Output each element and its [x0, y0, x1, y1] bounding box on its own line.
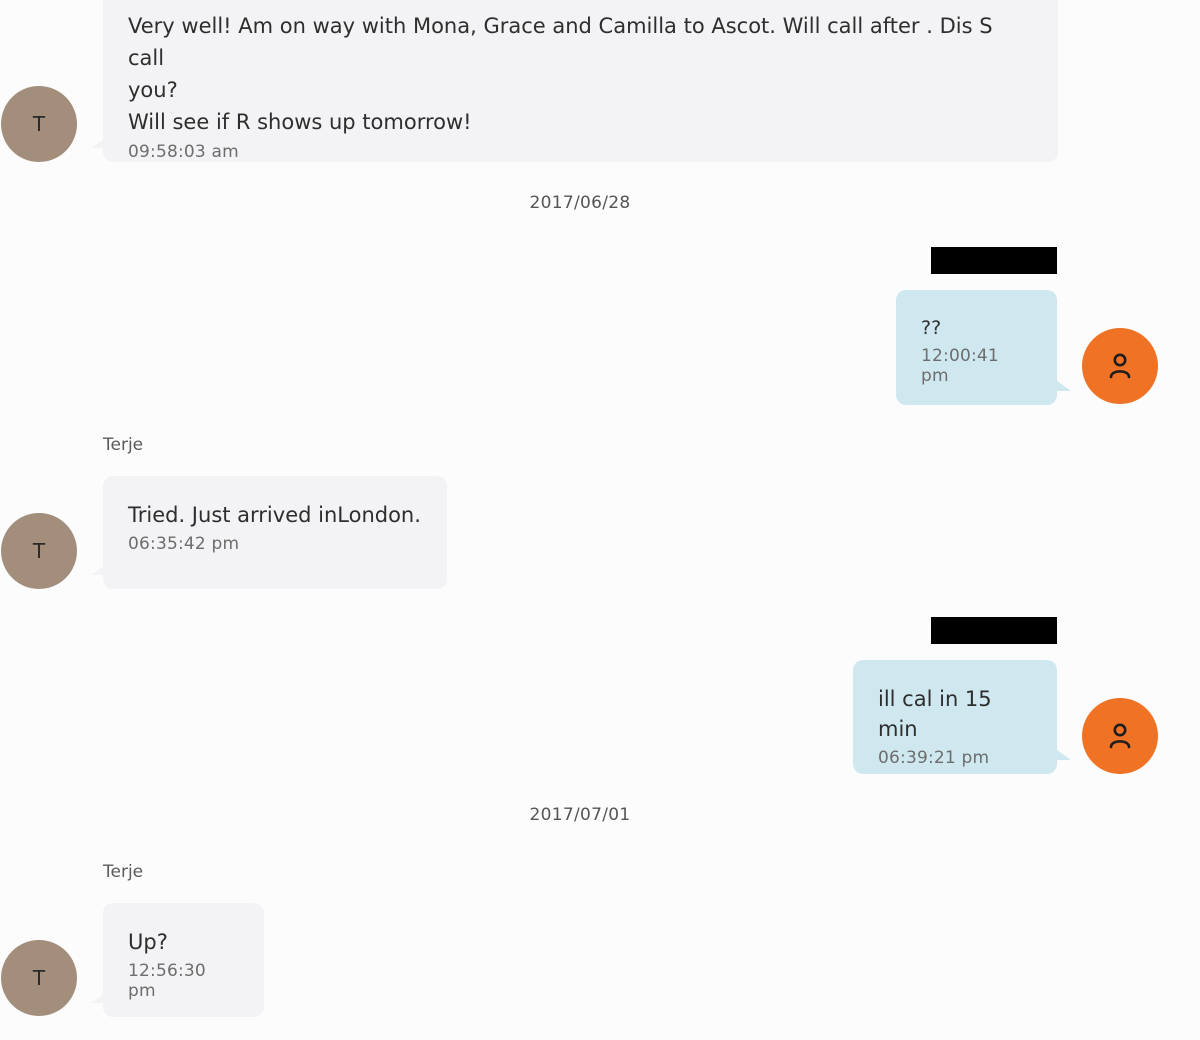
message-bubble-incoming[interactable]: Up? 12:56:30 pm [91, 903, 264, 1017]
message-time: 12:00:41 pm [921, 346, 999, 386]
message-text: ?? [921, 317, 942, 339]
contact-avatar[interactable]: T [1, 940, 77, 1016]
sender-name: Terje [103, 862, 144, 882]
message-bubble-incoming[interactable]: Very well! Am on way with Mona, Grace an… [91, 0, 1058, 162]
message-time: 06:39:21 pm [878, 748, 990, 768]
message-text: Tried. Just arrived inLondon. [128, 503, 421, 527]
message-time: 09:58:03 am [128, 142, 239, 162]
avatar-initial: T [32, 539, 46, 563]
date-separator: 2017/06/28 [529, 193, 631, 213]
avatar-initial: T [32, 966, 46, 990]
message-text: Very well! Am on way with Mona, Grace an… [128, 14, 993, 134]
message-text: Up? [128, 930, 168, 954]
date-separator: 2017/07/01 [529, 805, 631, 825]
contact-avatar[interactable]: T [1, 86, 77, 162]
avatar-initial: T [32, 112, 46, 136]
message-time: 12:56:30 pm [128, 961, 206, 1001]
person-icon [1109, 353, 1131, 379]
person-icon [1109, 723, 1131, 749]
redacted-sender-name [931, 247, 1057, 274]
message-bubble-outgoing[interactable]: ?? 12:00:41 pm [896, 290, 1071, 405]
own-avatar[interactable] [1082, 328, 1158, 404]
message-thread: Very well! Am on way with Mona, Grace an… [0, 0, 1200, 1040]
contact-avatar[interactable]: T [1, 513, 77, 589]
redacted-sender-name [931, 617, 1057, 644]
message-text: ill cal in 15 min [878, 687, 992, 741]
sender-name: Terje [103, 435, 144, 455]
message-time: 06:35:42 pm [128, 534, 240, 554]
message-bubble-outgoing[interactable]: ill cal in 15 min 06:39:21 pm [853, 660, 1071, 774]
message-bubble-incoming[interactable]: Tried. Just arrived inLondon. 06:35:42 p… [91, 476, 447, 589]
own-avatar[interactable] [1082, 698, 1158, 774]
